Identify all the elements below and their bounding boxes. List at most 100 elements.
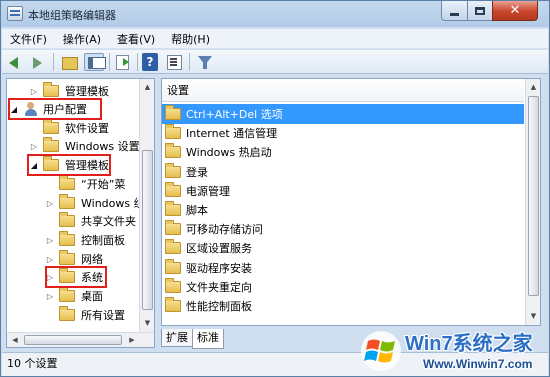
list-item-label: Windows 热启动 [186, 146, 272, 159]
list-item[interactable]: 驱动程序安装 [162, 258, 524, 278]
tree-item-label: Windows 设置 [65, 140, 140, 153]
tree-item-label: 共享文件夹 [81, 215, 136, 228]
folder-icon [165, 105, 181, 120]
menu-view[interactable]: 查看(V) [109, 31, 163, 47]
scroll-right-icon[interactable]: ▶ [125, 334, 139, 346]
tree-item-windows-settings[interactable]: ▷ Windows 设置 [29, 137, 154, 155]
status-text: 10 个设置 [7, 357, 58, 370]
list-item[interactable]: 区域设置服务 [162, 238, 524, 258]
scroll-thumb[interactable] [24, 335, 122, 345]
tree-item-software-settings[interactable]: 软件设置 [29, 119, 154, 137]
column-header-settings[interactable]: 设置 [162, 79, 524, 102]
close-button[interactable]: ✕ [492, 1, 538, 21]
folder-icon [59, 287, 75, 302]
tree-item-label: 管理模板 [65, 159, 109, 172]
folder-icon [165, 297, 181, 312]
tree-vertical-scrollbar[interactable]: ▲ ▼ [139, 79, 154, 332]
close-icon: ✕ [509, 3, 521, 18]
list-item[interactable]: Windows 热启动 [162, 142, 524, 162]
expand-arrow-icon[interactable]: ▷ [45, 273, 55, 282]
list-item[interactable]: 电源管理 [162, 181, 524, 201]
show-hide-tree-icon[interactable] [84, 53, 106, 71]
list-item[interactable]: Ctrl+Alt+Del 选项 [162, 104, 524, 124]
list-item-label: 电源管理 [186, 185, 230, 198]
menu-help[interactable]: 帮助(H) [163, 31, 218, 47]
list-vertical-scrollbar[interactable]: ▲ ▼ [525, 79, 540, 325]
tab-extended[interactable]: 扩展 [161, 329, 193, 347]
folder-icon [165, 220, 181, 235]
help-icon[interactable]: ? [142, 53, 158, 71]
toolbar: ? [2, 50, 548, 74]
list-item-label: 脚本 [186, 204, 208, 217]
list-item[interactable]: 登录 [162, 162, 524, 182]
site-watermark: Win7系统之家 Www.Winwin7.com [353, 323, 550, 377]
tree-item-label: 网络 [81, 253, 103, 266]
scroll-up-icon[interactable]: ▲ [528, 80, 539, 94]
folder-icon [165, 163, 181, 178]
expand-arrow-icon[interactable]: ▷ [45, 199, 55, 208]
scroll-down-icon[interactable]: ▼ [528, 309, 539, 323]
export-list-icon[interactable] [114, 53, 132, 71]
scroll-down-icon[interactable]: ▼ [142, 316, 153, 330]
list-item-label: 驱动程序安装 [186, 262, 252, 275]
scroll-thumb[interactable] [142, 150, 153, 310]
expand-arrow-icon[interactable]: ▷ [45, 236, 55, 245]
scroll-thumb[interactable] [528, 96, 539, 296]
minimize-icon [450, 12, 459, 16]
tab-standard[interactable]: 标准 [192, 329, 224, 349]
folder-icon [59, 268, 75, 283]
expand-arrow-icon[interactable]: ▷ [45, 255, 55, 264]
maximize-button[interactable] [467, 1, 493, 21]
tree-item-label: 管理模板 [65, 85, 109, 98]
gpedit-app-icon [7, 6, 23, 21]
view-tabs: 扩展 标准 [161, 329, 224, 349]
tree-item-label: 控制面板 [81, 234, 125, 247]
list-item[interactable]: 脚本 [162, 200, 524, 220]
folder-icon [165, 182, 181, 197]
filter-icon[interactable] [196, 53, 214, 71]
expand-arrow-icon[interactable]: ▷ [45, 292, 55, 301]
app-window: 本地组策略编辑器 ✕ 文件(F) 操作(A) 查看(V) 帮助(H) ? ▷ 管… [0, 0, 550, 377]
list-item-label: 文件夹重定向 [186, 281, 252, 294]
list-item-label: 区域设置服务 [186, 242, 252, 255]
properties-icon[interactable] [165, 53, 183, 71]
menu-file[interactable]: 文件(F) [2, 31, 55, 47]
list-item[interactable]: 可移动存储访问 [162, 219, 524, 239]
maximize-icon [475, 6, 485, 15]
tree-item-admin-templates-user[interactable]: ◢ 管理模板 [29, 156, 154, 174]
menu-action[interactable]: 操作(A) [55, 31, 109, 47]
up-folder-icon[interactable] [60, 53, 78, 71]
menu-bar: 文件(F) 操作(A) 查看(V) 帮助(H) [2, 29, 548, 49]
collapse-arrow-icon[interactable]: ◢ [29, 161, 39, 170]
settings-icon [59, 306, 75, 321]
toolbar-separator [109, 53, 110, 71]
tree-item-admin-templates-computer[interactable]: ▷ 管理模板 [29, 82, 154, 100]
list-item[interactable]: 文件夹重定向 [162, 277, 524, 297]
tree-item-label: Windows 组 [81, 197, 145, 210]
folder-icon [165, 143, 181, 158]
expand-arrow-icon[interactable]: ▷ [29, 87, 39, 96]
toolbar-separator [53, 53, 54, 71]
folder-icon [165, 124, 181, 139]
tree-item-label: 桌面 [81, 290, 103, 303]
watermark-title: Win7系统之家 [405, 333, 533, 355]
forward-arrow-icon[interactable] [29, 53, 47, 71]
toolbar-separator [189, 53, 190, 71]
list-item[interactable]: Internet 通信管理 [162, 123, 524, 143]
tree-item-label: 系统 [81, 271, 103, 284]
back-arrow-icon[interactable] [8, 53, 26, 71]
tree-horizontal-scrollbar[interactable]: ◀ ▶ [7, 332, 154, 347]
collapse-arrow-icon[interactable]: ◢ [9, 105, 19, 114]
tree-item-user-config[interactable]: ◢ 用户配置 [9, 100, 154, 118]
folder-icon [59, 231, 75, 246]
scroll-left-icon[interactable]: ◀ [8, 334, 22, 346]
scroll-up-icon[interactable]: ▲ [142, 80, 153, 94]
folder-icon [165, 201, 181, 216]
tree-pane: ▷ 管理模板 ◢ 用户配置 软件设置 ▷ Windows 设置 ◢ 管理模板 “ [6, 78, 155, 348]
folder-icon [165, 239, 181, 254]
minimize-button[interactable] [441, 1, 468, 21]
expand-arrow-icon[interactable]: ▷ [29, 142, 39, 151]
folder-icon [59, 175, 75, 190]
list-item[interactable]: 性能控制面板 [162, 296, 524, 316]
title-bar[interactable]: 本地组策略编辑器 ✕ [1, 1, 549, 27]
